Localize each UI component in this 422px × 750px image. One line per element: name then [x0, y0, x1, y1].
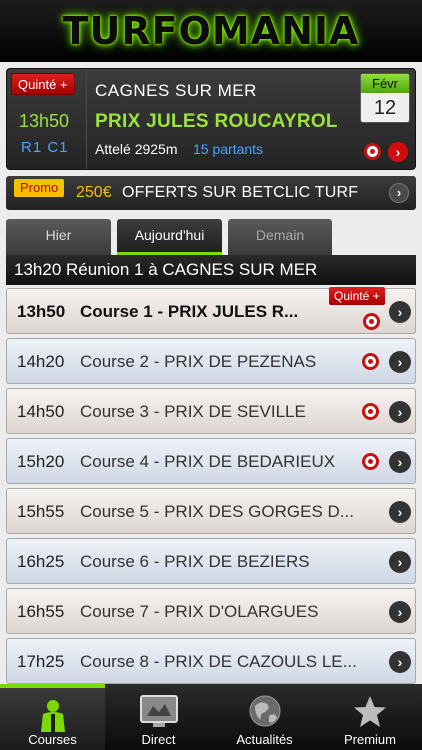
featured-race-reunion: R1 C1 — [21, 139, 69, 156]
race-row-3[interactable]: 14h50 Course 3 - PRIX DE SEVILLE › — [6, 388, 416, 434]
tab-demain[interactable]: Demain — [228, 219, 332, 255]
promo-badge: Promo — [14, 179, 65, 197]
race-time: 16h55 — [17, 602, 65, 621]
race-label: Course 5 - PRIX DES GORGES D... — [80, 502, 354, 521]
race-time: 15h20 — [17, 452, 65, 471]
chevron-right-icon[interactable]: › — [389, 351, 411, 373]
calendar-icon: Févr 12 — [360, 73, 410, 123]
race-label: Course 7 - PRIX D'OLARGUES — [80, 602, 319, 621]
chevron-right-icon[interactable]: › — [389, 551, 411, 573]
reunion-header: 13h20 Réunion 1 à CAGNES SUR MER — [6, 255, 416, 285]
race-time: 17h25 — [17, 652, 65, 671]
tab-aujourdhui[interactable]: Aujourd'hui — [117, 219, 222, 255]
quinte-ring-icon — [362, 403, 379, 420]
calendar-day: 12 — [373, 97, 397, 119]
quinte-ring-icon — [362, 453, 379, 470]
bottom-tab-bar: Courses Direct Actualités Premium — [0, 684, 422, 750]
race-row-6[interactable]: 16h25 Course 6 - PRIX DE BEZIERS › — [6, 538, 416, 584]
app-logo: TURFOMANIA — [62, 9, 360, 53]
race-time: 14h20 — [17, 352, 65, 371]
featured-race-time: 13h50 — [19, 111, 70, 131]
race-label: Course 2 - PRIX DE PEZENAS — [80, 352, 317, 371]
tabbar-actualites[interactable]: Actualités — [212, 684, 317, 750]
race-row-7[interactable]: 16h55 Course 7 - PRIX D'OLARGUES › — [6, 588, 416, 634]
globe-icon — [249, 695, 280, 727]
race-time: 14h50 — [17, 402, 65, 421]
promo-banner[interactable]: Promo 250€ OFFERTS SUR BETCLIC TURF › — [6, 176, 416, 210]
featured-race-name: PRIX JULES ROUCAYROL — [95, 111, 338, 132]
race-label: Course 6 - PRIX DE BEZIERS — [80, 552, 310, 571]
race-time: 13h50 — [17, 302, 66, 321]
race-label: Course 8 - PRIX DE CAZOULS LE... — [80, 652, 357, 671]
promo-amount: 250€ — [76, 184, 112, 201]
race-label: Course 3 - PRIX DE SEVILLE — [80, 402, 306, 421]
race-time: 16h25 — [17, 552, 65, 571]
race-label: Course 1 - PRIX JULES R... — [80, 302, 299, 321]
quinte-badge: Quinté + — [11, 73, 75, 95]
tabbar-label: Premium — [343, 732, 396, 747]
promo-text: OFFERTS SUR BETCLIC TURF — [122, 184, 359, 201]
quinte-ring-icon — [364, 143, 381, 160]
race-row-4[interactable]: 15h20 Course 4 - PRIX DE BEDARIEUX › — [6, 438, 416, 484]
star-icon — [354, 696, 386, 727]
race-row-8[interactable]: 17h25 Course 8 - PRIX DE CAZOULS LE... › — [6, 638, 416, 684]
tabbar-label: Direct — [141, 732, 176, 747]
chevron-right-icon[interactable]: › — [389, 451, 411, 473]
chevron-right-icon[interactable]: › — [389, 401, 411, 423]
chevron-right-icon[interactable]: › — [389, 651, 411, 673]
quinte-ring-icon — [362, 353, 379, 370]
chevron-right-icon[interactable]: › — [389, 601, 411, 623]
tabbar-label: Courses — [28, 732, 77, 747]
tabbar-courses[interactable]: Courses — [0, 684, 105, 750]
tabbar-premium[interactable]: Premium — [318, 684, 422, 750]
jockey-icon — [40, 700, 65, 732]
app-header: TURFOMANIA — [0, 0, 422, 62]
chevron-right-icon[interactable]: › — [389, 501, 411, 523]
race-row-2[interactable]: 14h20 Course 2 - PRIX DE PEZENAS › — [6, 338, 416, 384]
featured-open-button[interactable]: › — [388, 142, 408, 162]
tabbar-label: Actualités — [236, 732, 293, 747]
race-time: 15h55 — [17, 502, 65, 521]
race-row-1[interactable]: 13h50 Course 1 - PRIX JULES R... Quinté … — [6, 287, 416, 334]
featured-race-venue: CAGNES SUR MER — [95, 81, 257, 100]
quinte-ring-icon — [363, 313, 380, 330]
tabbar-direct[interactable]: Direct — [106, 684, 211, 750]
tab-hier[interactable]: Hier — [6, 219, 111, 255]
featured-race-partants[interactable]: 15 partants — [193, 141, 263, 157]
featured-race-distance: Attelé 2925m — [95, 141, 178, 157]
calendar-month: Févr — [361, 74, 409, 93]
chevron-right-icon[interactable]: › — [389, 301, 411, 323]
featured-race-card[interactable]: Quinté + 13h50 R1 C1 CAGNES SUR MER PRIX… — [6, 68, 416, 170]
featured-race-meta: Quinté + 13h50 R1 C1 — [7, 69, 87, 169]
tv-monitor-icon — [139, 695, 178, 727]
chevron-right-icon[interactable]: › — [389, 183, 409, 203]
quinte-badge: Quinté + — [329, 287, 385, 305]
race-row-5[interactable]: 15h55 Course 5 - PRIX DES GORGES D... › — [6, 488, 416, 534]
race-label: Course 4 - PRIX DE BEDARIEUX — [80, 452, 336, 471]
